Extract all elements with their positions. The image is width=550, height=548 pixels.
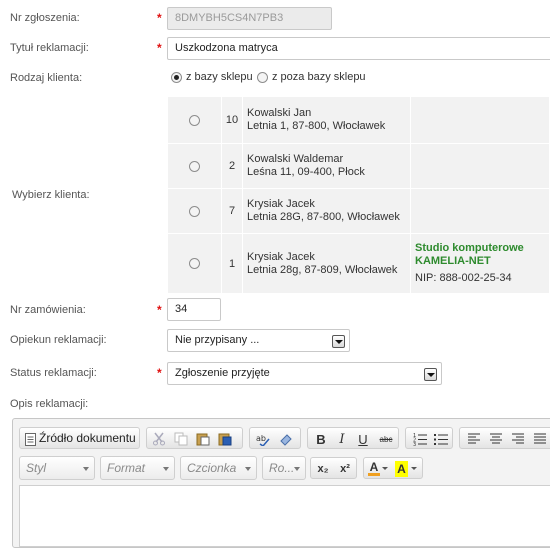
underline-button[interactable]: U xyxy=(355,431,371,447)
strikethrough-button[interactable]: abc xyxy=(376,431,396,447)
guardian-select[interactable]: Nie przypisany ... xyxy=(167,329,350,352)
table-row[interactable]: 10 Kowalski Jan Letnia 1, 87-800, Włocław… xyxy=(167,96,550,144)
style-combo[interactable]: Styl xyxy=(19,456,95,480)
required-marker: * xyxy=(157,11,162,25)
align-toolbar-group xyxy=(459,427,550,449)
client-name: Kowalski Waldemar xyxy=(247,153,344,165)
chevron-down-icon[interactable] xyxy=(332,335,345,348)
svg-text:3: 3 xyxy=(413,442,416,446)
eraser-icon[interactable] xyxy=(278,431,294,447)
rich-text-editor: Źródło dokumentu ab B I U abc 123 Styl F… xyxy=(12,418,550,548)
title-input[interactable]: Uszkodzona matryca xyxy=(167,37,550,60)
client-id: 2 xyxy=(221,143,243,189)
client-company-name: KAMELIA-NET xyxy=(415,255,491,267)
tools-toolbar-group: ab xyxy=(249,427,301,449)
table-row[interactable]: 2 Kowalski Waldemar Leśna 11, 09-400, Pło… xyxy=(167,143,550,189)
client-name: Kowalski Jan xyxy=(247,107,312,119)
status-label: Status reklamacji: xyxy=(10,367,97,379)
superscript-button[interactable]: x² xyxy=(336,461,354,477)
client-address: Letnia 28G, 87-800, Włocławek xyxy=(247,211,400,223)
subscript-button[interactable]: x₂ xyxy=(314,461,332,477)
color-toolbar-group: A A xyxy=(363,457,423,479)
ticket-number-field: 8DMYBH5CS4N7PB3 xyxy=(167,7,332,30)
numbered-list-icon[interactable]: 123 xyxy=(412,431,428,447)
order-number-input[interactable]: 34 xyxy=(167,298,221,321)
client-name: Krysiak Jacek xyxy=(247,250,315,263)
source-toolbar-group: Źródło dokumentu xyxy=(19,427,140,449)
ticket-number-label: Nr zgłoszenia: xyxy=(10,12,80,24)
copy-icon[interactable] xyxy=(173,431,189,447)
text-color-button[interactable]: A xyxy=(368,460,380,476)
table-row[interactable]: 7 Krysiak Jacek Letnia 28G, 87-800, Włocł… xyxy=(167,188,550,234)
format-combo[interactable]: Format xyxy=(100,456,175,480)
required-marker: * xyxy=(157,366,162,380)
client-id: 7 xyxy=(221,188,243,234)
client-address: Leśna 11, 09-400, Płock xyxy=(247,166,365,178)
client-type-option-shop[interactable]: z bazy sklepu xyxy=(171,71,253,83)
guardian-label: Opiekun reklamacji: xyxy=(10,334,107,346)
client-radio[interactable] xyxy=(189,258,200,270)
description-label: Opis reklamacji: xyxy=(10,398,89,410)
guardian-select-value: Nie przypisany ... xyxy=(175,334,260,346)
paste-icon[interactable] xyxy=(195,431,211,447)
client-company: Studio komputerowe xyxy=(415,242,524,254)
background-color-button[interactable]: A xyxy=(395,461,408,477)
client-address: Letnia 28g, 87-809, Włocławek xyxy=(247,263,398,276)
align-left-icon[interactable] xyxy=(466,431,482,447)
required-marker: * xyxy=(157,41,162,55)
client-radio[interactable] xyxy=(189,205,200,217)
choose-client-label: Wybierz klienta: xyxy=(12,189,90,201)
table-row[interactable]: 1 Krysiak Jacek Letnia 28g, 87-809, Włocł… xyxy=(167,233,550,294)
chevron-down-icon[interactable] xyxy=(424,368,437,381)
bold-button[interactable]: B xyxy=(313,431,329,447)
font-size-combo[interactable]: Ro... xyxy=(262,456,306,480)
list-toolbar-group: 123 xyxy=(405,427,453,449)
client-id: 1 xyxy=(221,233,243,294)
client-nip: NIP: 888-002-25-34 xyxy=(415,272,512,284)
status-select-value: Zgłoszenie przyjęte xyxy=(175,367,270,379)
editor-content-area[interactable] xyxy=(19,485,550,547)
chevron-down-icon[interactable] xyxy=(382,467,388,470)
client-name: Krysiak Jacek xyxy=(247,198,315,210)
required-marker: * xyxy=(157,303,162,317)
status-select[interactable]: Zgłoszenie przyjęte xyxy=(167,362,442,385)
script-toolbar-group: x₂ x² xyxy=(310,457,357,479)
align-justify-icon[interactable] xyxy=(532,431,548,447)
client-type-option-label: z poza bazy sklepu xyxy=(272,71,366,84)
radio-icon[interactable] xyxy=(257,71,268,83)
format-toolbar-group: B I U abc xyxy=(307,427,399,449)
source-button[interactable]: Źródło dokumentu xyxy=(39,431,136,445)
bulleted-list-icon[interactable] xyxy=(433,431,449,447)
paste-word-icon[interactable] xyxy=(217,431,233,447)
client-type-label: Rodzaj klienta: xyxy=(10,72,83,84)
align-center-icon[interactable] xyxy=(488,431,504,447)
align-right-icon[interactable] xyxy=(510,431,526,447)
client-address: Letnia 1, 87-800, Włocławek xyxy=(247,120,386,132)
client-radio[interactable] xyxy=(189,160,200,172)
document-icon[interactable] xyxy=(24,431,36,447)
client-radio[interactable] xyxy=(189,114,200,126)
client-id: 10 xyxy=(221,96,243,144)
title-label: Tytuł reklamacji: xyxy=(10,42,89,54)
svg-text:ab: ab xyxy=(256,434,266,443)
order-number-label: Nr zamówienia: xyxy=(10,304,86,316)
chevron-down-icon[interactable] xyxy=(411,467,417,470)
cut-icon[interactable] xyxy=(151,431,167,447)
clients-table: 10 Kowalski Jan Letnia 1, 87-800, Włocław… xyxy=(167,96,550,294)
spellcheck-icon[interactable]: ab xyxy=(255,431,271,447)
client-type-option-label: z bazy sklepu xyxy=(186,71,253,84)
italic-button[interactable]: I xyxy=(334,431,350,447)
radio-checked-icon[interactable] xyxy=(171,71,182,83)
clipboard-toolbar-group xyxy=(146,427,243,449)
font-combo[interactable]: Czcionka xyxy=(180,456,257,480)
client-type-option-outside[interactable]: z poza bazy sklepu xyxy=(257,71,366,83)
